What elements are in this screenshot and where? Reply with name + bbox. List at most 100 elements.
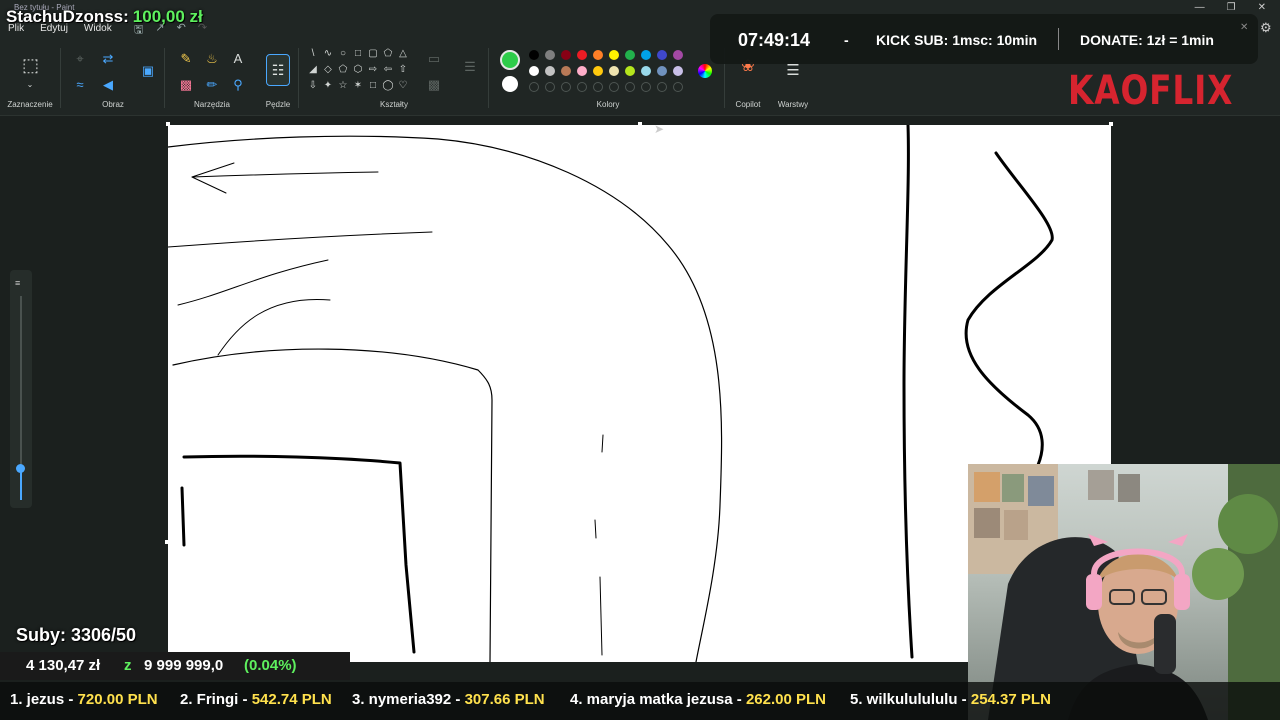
custom-color-slot[interactable] <box>529 82 539 92</box>
subs-counter: Suby: 3306/50 <box>16 625 137 645</box>
arrow-left-icon[interactable]: ⇦ <box>382 64 394 76</box>
close-icon[interactable]: ✕ <box>1240 22 1248 33</box>
line-icon[interactable]: \ <box>307 48 319 60</box>
primary-color-swatch[interactable] <box>500 50 520 70</box>
color-swatch[interactable] <box>673 50 683 60</box>
stream-timer: 07:49:14 <box>738 30 811 50</box>
gear-icon[interactable]: ⚙ <box>1260 20 1272 36</box>
callout-rect-icon[interactable]: □ <box>367 80 379 92</box>
brush-size-knob[interactable] <box>16 464 25 473</box>
callout-oval-icon[interactable]: ◯ <box>382 80 394 92</box>
text-icon[interactable]: A <box>230 52 246 66</box>
color-swatch[interactable] <box>609 50 619 60</box>
color-swatch[interactable] <box>529 66 539 76</box>
custom-color-slot[interactable] <box>561 82 571 92</box>
layers-icon[interactable]: ☰ <box>785 63 801 78</box>
arrow-right-icon[interactable]: ⇨ <box>367 64 379 76</box>
custom-color-slot[interactable] <box>609 82 619 92</box>
group-layers-label: Warstwy <box>777 100 809 109</box>
edit-colors-icon[interactable] <box>698 64 712 78</box>
triangle-icon[interactable]: △ <box>397 48 409 60</box>
donor-entry: 5. wilkululululu - 254.37 PLN <box>850 691 1051 708</box>
canvas-handle[interactable] <box>165 540 169 544</box>
dash-1 <box>601 434 604 453</box>
crop-icon[interactable]: ⌖ <box>72 52 88 66</box>
maximize-button[interactable]: ❐ <box>1227 2 1236 13</box>
color-picker-icon[interactable]: ✏ <box>204 78 220 92</box>
chevron-down-icon[interactable]: ⌄ <box>22 78 38 92</box>
arrow-down-icon[interactable]: ⇩ <box>307 80 319 92</box>
color-swatch[interactable] <box>593 66 603 76</box>
selection-icon[interactable]: ⬚ <box>22 56 39 74</box>
star4-icon[interactable]: ✦ <box>322 80 334 92</box>
pencil-icon[interactable]: ✎ <box>178 52 194 66</box>
color-swatch[interactable] <box>641 66 651 76</box>
heart-icon[interactable]: ♡ <box>397 80 409 92</box>
goal-target: 9 999 999,0 <box>144 657 224 674</box>
curve-icon[interactable]: ∿ <box>322 48 334 60</box>
rectangle-icon[interactable]: □ <box>352 48 364 60</box>
oval-icon[interactable]: ○ <box>337 48 349 60</box>
color-swatch[interactable] <box>657 66 667 76</box>
star5-icon[interactable]: ☆ <box>337 80 349 92</box>
pentagon-icon[interactable]: ⬠ <box>337 64 349 76</box>
fill-shape-icon[interactable]: ▩ <box>426 78 442 92</box>
group-shapes-label: Kształty <box>379 100 409 109</box>
donation-goal-bar: 4 130,47 zł z 9 999 999,0 (0.04%) <box>0 652 350 680</box>
image-select-icon[interactable]: ▣ <box>140 64 156 78</box>
group-brushes-label: Pędzle <box>265 100 291 109</box>
color-swatch[interactable] <box>545 50 555 60</box>
polygon-icon[interactable]: ⬠ <box>382 48 394 60</box>
secondary-color-swatch[interactable] <box>502 76 518 92</box>
color-swatch[interactable] <box>577 66 587 76</box>
custom-color-slot[interactable] <box>673 82 683 92</box>
custom-color-slot[interactable] <box>657 82 667 92</box>
brushes-button[interactable]: ☷ <box>266 54 290 86</box>
color-swatch[interactable] <box>673 66 683 76</box>
donor-name: 5. wilkululululu <box>850 691 958 708</box>
resize-icon[interactable]: ⇄ <box>100 52 116 66</box>
color-swatch[interactable] <box>641 50 651 60</box>
color-swatch[interactable] <box>561 66 571 76</box>
donor-amount: 254.37 PLN <box>970 691 1051 708</box>
brush-size-track[interactable] <box>20 296 22 468</box>
color-swatch[interactable] <box>657 50 667 60</box>
color-swatch[interactable] <box>625 66 635 76</box>
canvas-handle[interactable] <box>166 122 170 126</box>
custom-color-slot[interactable] <box>545 82 555 92</box>
rotate-icon[interactable]: ◀ <box>100 78 116 92</box>
color-swatch[interactable] <box>593 50 603 60</box>
shapes-gallery[interactable]: \ ∿ ○ □ ▢ ⬠ △ ◢ ◇ ⬠ ⬡ ⇨ ⇦ ⇧ ⇩ ✦ ☆ ✶ □ ◯ … <box>305 46 413 96</box>
diamond-icon[interactable]: ◇ <box>322 64 334 76</box>
donor-amount: 307.66 PLN <box>464 691 545 708</box>
close-button[interactable]: ✕ <box>1258 2 1266 13</box>
canvas-handle[interactable] <box>1109 122 1113 126</box>
arrow-head <box>191 162 235 194</box>
custom-color-slot[interactable] <box>641 82 651 92</box>
canvas-handle[interactable] <box>638 122 642 126</box>
stroke-size-icon[interactable]: ☰ <box>462 60 478 74</box>
color-swatch[interactable] <box>625 50 635 60</box>
color-swatch[interactable] <box>577 50 587 60</box>
arrow-up-icon[interactable]: ⇧ <box>397 64 409 76</box>
donor-amount: 720.00 PLN <box>77 691 158 708</box>
rounded-rectangle-icon[interactable]: ▢ <box>367 48 379 60</box>
custom-color-slot[interactable] <box>577 82 587 92</box>
right-triangle-icon[interactable]: ◢ <box>307 64 319 76</box>
minimize-button[interactable]: — <box>1195 2 1205 13</box>
window-controls: — ❐ ✕ <box>1195 2 1266 13</box>
custom-color-slot[interactable] <box>625 82 635 92</box>
color-swatch[interactable] <box>561 50 571 60</box>
hexagon-icon[interactable]: ⬡ <box>352 64 364 76</box>
fill-icon[interactable]: ♨ <box>204 52 220 66</box>
outline-icon[interactable]: ▭ <box>426 52 442 66</box>
background-icon[interactable]: ≈ <box>72 78 88 92</box>
road-edge-curve <box>167 135 723 663</box>
color-swatch[interactable] <box>609 66 619 76</box>
eraser-icon[interactable]: ▩ <box>178 78 194 92</box>
color-swatch[interactable] <box>545 66 555 76</box>
custom-color-slot[interactable] <box>593 82 603 92</box>
magnifier-icon[interactable]: ⚲ <box>230 78 246 92</box>
star6-icon[interactable]: ✶ <box>352 80 364 92</box>
color-swatch[interactable] <box>529 50 539 60</box>
